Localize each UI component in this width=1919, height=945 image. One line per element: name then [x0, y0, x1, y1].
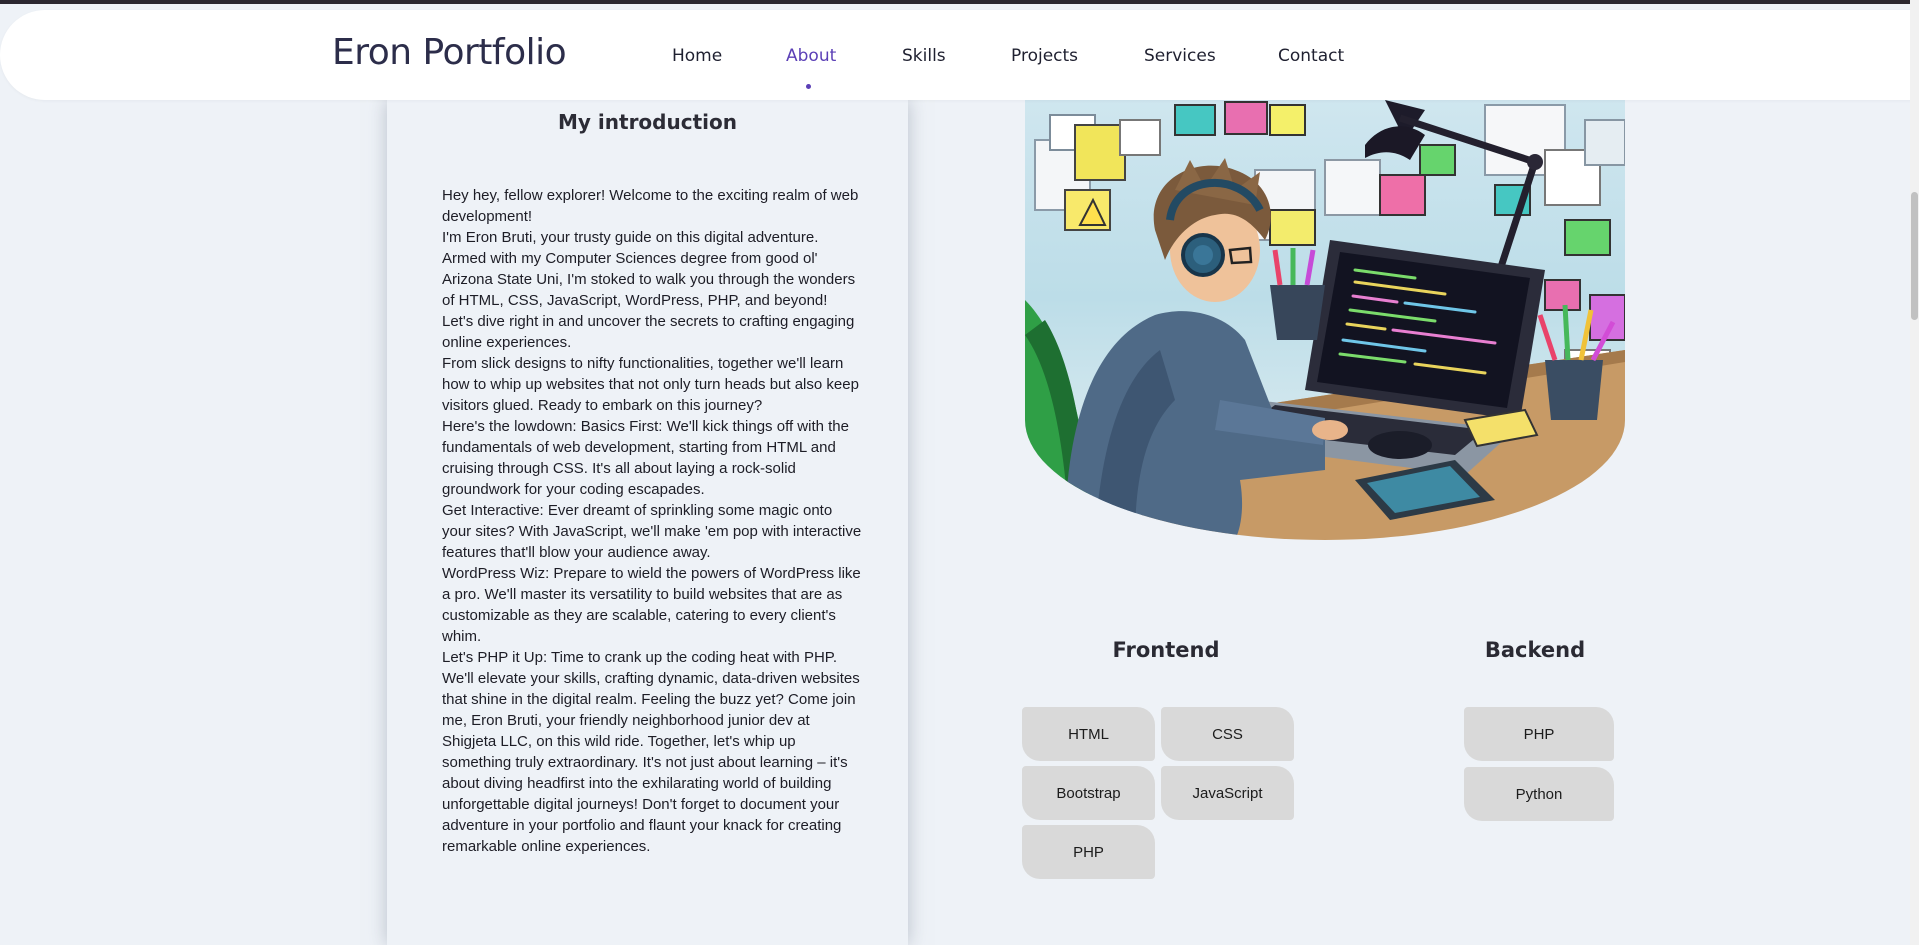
skill-bootstrap[interactable]: Bootstrap	[1022, 766, 1155, 820]
intro-paragraph: Here's the lowdown: Basics First: We'll …	[442, 418, 849, 498]
skill-python[interactable]: Python	[1464, 767, 1614, 821]
nav-projects[interactable]: Projects	[1011, 46, 1078, 66]
frontend-title: Frontend	[1112, 638, 1220, 662]
intro-paragraph: Let's dive right in and uncover the secr…	[442, 313, 855, 351]
intro-paragraph: From slick designs to nifty functionalit…	[442, 355, 859, 414]
skill-html[interactable]: HTML	[1022, 707, 1155, 761]
site-logo[interactable]: Eron Portfolio	[332, 32, 567, 73]
active-nav-indicator	[806, 84, 811, 89]
intro-paragraph: Let's PHP it Up: Time to crank up the co…	[442, 649, 860, 855]
nav-home[interactable]: Home	[672, 46, 722, 66]
introduction-card: My introduction Hey hey, fellow explorer…	[387, 100, 908, 945]
scrollbar-thumb[interactable]	[1911, 192, 1918, 320]
backend-title: Backend	[1484, 638, 1586, 662]
nav-about[interactable]: About	[786, 46, 836, 66]
intro-paragraph: Hey hey, fellow explorer! Welcome to the…	[442, 187, 859, 225]
skill-php-backend[interactable]: PHP	[1464, 707, 1614, 761]
nav-contact[interactable]: Contact	[1278, 46, 1344, 66]
developer-illustration	[1025, 100, 1625, 540]
intro-paragraph: Get Interactive: Ever dreamt of sprinkli…	[442, 502, 862, 561]
intro-title: My introduction	[558, 110, 737, 134]
intro-paragraph: I'm Eron Bruti, your trusty guide on thi…	[442, 229, 856, 309]
navbar: Eron Portfolio Home About Skills Project…	[0, 10, 1919, 100]
developer-illustration-graphic	[1025, 100, 1625, 540]
skill-javascript[interactable]: JavaScript	[1161, 766, 1294, 820]
nav-services[interactable]: Services	[1144, 46, 1216, 66]
skill-css[interactable]: CSS	[1161, 707, 1294, 761]
browser-top-strip	[0, 0, 1919, 4]
nav-skills[interactable]: Skills	[902, 46, 946, 66]
intro-paragraph: WordPress Wiz: Prepare to wield the powe…	[442, 565, 861, 645]
intro-text: Hey hey, fellow explorer! Welcome to the…	[442, 185, 862, 857]
skill-php-frontend[interactable]: PHP	[1022, 825, 1155, 879]
page-scrollbar[interactable]	[1910, 0, 1919, 945]
